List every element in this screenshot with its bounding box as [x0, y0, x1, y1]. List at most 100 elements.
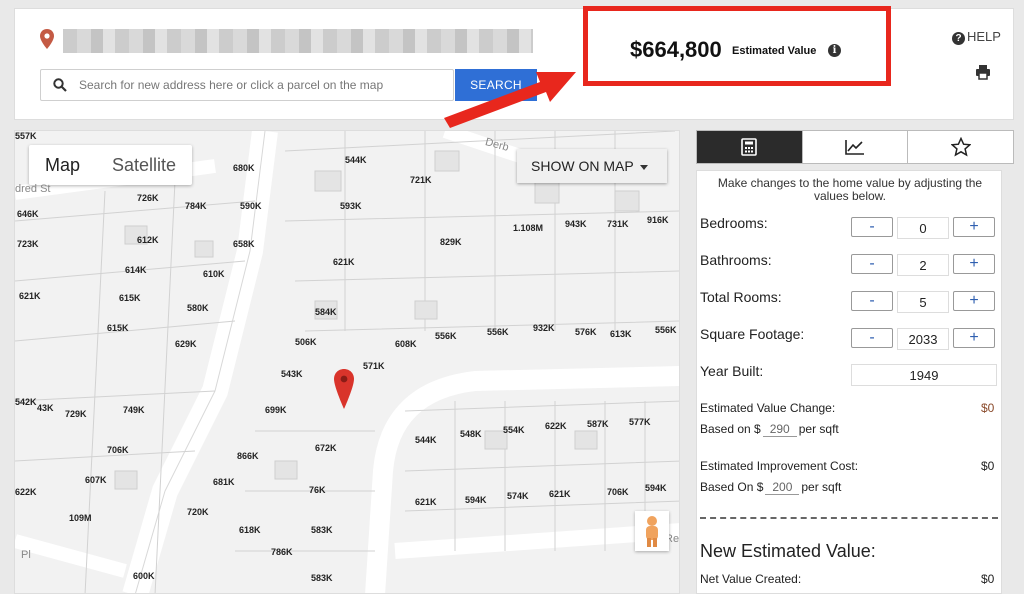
square-footage-field[interactable]: 2033 — [897, 328, 949, 350]
parcel-price-label[interactable]: 554K — [503, 425, 525, 435]
parcel-price-label[interactable]: 574K — [507, 491, 529, 501]
parcel-price-label[interactable]: 622K — [545, 421, 567, 431]
star-icon — [950, 137, 971, 157]
parcel-price-label[interactable]: 699K — [265, 405, 287, 415]
parcel-price-label[interactable]: 607K — [85, 475, 107, 485]
parcel-price-label[interactable]: 621K — [549, 489, 571, 499]
parcel-price-label[interactable]: 932K — [533, 323, 555, 333]
square-footage-decrement-button[interactable]: - — [851, 328, 893, 348]
parcel-price-label[interactable]: 720K — [187, 507, 209, 517]
parcel-price-label[interactable]: 1.108M — [513, 223, 543, 233]
parcel-price-label[interactable]: 646K — [17, 209, 39, 219]
parcel-map[interactable]: Map Satellite SHOW ON MAP dred St Derb P… — [14, 130, 680, 594]
parcel-price-label[interactable]: 556K — [435, 331, 457, 341]
bedrooms-increment-button[interactable]: + — [953, 217, 995, 237]
bedrooms-field[interactable]: 0 — [897, 217, 949, 239]
parcel-price-label[interactable]: 706K — [107, 445, 129, 455]
total-rooms-increment-button[interactable]: + — [953, 291, 995, 311]
parcel-price-label[interactable]: 608K — [395, 339, 417, 349]
per-sqft-label: per sqft — [801, 480, 842, 494]
search-icon — [53, 78, 67, 92]
parcel-price-label[interactable]: 721K — [410, 175, 432, 185]
value-per-sqft-field[interactable]: 290 — [762, 422, 797, 437]
print-icon[interactable] — [975, 64, 991, 80]
show-on-map-dropdown[interactable]: SHOW ON MAP — [517, 149, 667, 183]
parcel-price-label[interactable]: 556K — [487, 327, 509, 337]
parcel-price-label[interactable]: 109M — [69, 513, 92, 523]
parcel-price-label[interactable]: 594K — [465, 495, 487, 505]
map-type-map[interactable]: Map — [29, 145, 96, 185]
parcel-price-label[interactable]: 594K — [645, 483, 667, 493]
parcel-price-label[interactable]: 943K — [565, 219, 587, 229]
based-on-prefix: Based on $ — [700, 422, 761, 436]
parcel-price-label[interactable]: 583K — [311, 525, 333, 535]
parcel-price-label[interactable]: 544K — [415, 435, 437, 445]
parcel-price-label[interactable]: 610K — [203, 269, 225, 279]
parcel-price-label[interactable]: 584K — [315, 307, 337, 317]
map-type-satellite[interactable]: Satellite — [96, 145, 192, 185]
bedrooms-decrement-button[interactable]: - — [851, 217, 893, 237]
parcel-price-label[interactable]: 544K — [345, 155, 367, 165]
parcel-price-label[interactable]: 580K — [187, 303, 209, 313]
parcel-price-label[interactable]: 43K — [37, 403, 54, 413]
parcel-price-label[interactable]: 543K — [281, 369, 303, 379]
parcel-price-label[interactable]: 829K — [440, 237, 462, 247]
parcel-price-label[interactable]: 621K — [415, 497, 437, 507]
square-footage-increment-button[interactable]: + — [953, 328, 995, 348]
search-input[interactable] — [79, 74, 449, 96]
total-rooms-field[interactable]: 5 — [897, 291, 949, 313]
parcel-price-label[interactable]: 590K — [240, 201, 262, 211]
net-value-label: Net Value Created: — [700, 572, 802, 586]
tab-calculator[interactable] — [697, 131, 803, 163]
parcel-price-label[interactable]: 621K — [19, 291, 41, 301]
parcel-price-label[interactable]: 621K — [333, 257, 355, 267]
parcel-price-label[interactable]: 506K — [295, 337, 317, 347]
parcel-price-label[interactable]: 749K — [123, 405, 145, 415]
parcel-price-label[interactable]: 784K — [185, 201, 207, 211]
parcel-price-label[interactable]: 615K — [107, 323, 129, 333]
parcel-price-label[interactable]: 542K — [15, 397, 37, 407]
parcel-price-label[interactable]: 726K — [137, 193, 159, 203]
parcel-price-label[interactable]: 548K — [460, 429, 482, 439]
parcel-price-label[interactable]: 681K — [213, 477, 235, 487]
parcel-price-label[interactable]: 612K — [137, 235, 159, 245]
parcel-price-label[interactable]: 618K — [239, 525, 261, 535]
parcel-price-label[interactable]: 593K — [340, 201, 362, 211]
selected-property-pin-icon[interactable] — [333, 369, 355, 409]
help-link[interactable]: ? HELP — [952, 29, 1001, 45]
year-built-field[interactable]: 1949 — [851, 364, 997, 386]
parcel-price-label[interactable]: 680K — [233, 163, 255, 173]
parcel-price-label[interactable]: 672K — [315, 443, 337, 453]
cost-per-sqft-field[interactable]: 200 — [765, 480, 800, 495]
parcel-price-label[interactable]: 658K — [233, 239, 255, 249]
parcel-price-label[interactable]: 786K — [271, 547, 293, 557]
bathrooms-increment-button[interactable]: + — [953, 254, 995, 274]
parcel-price-label[interactable]: 587K — [587, 419, 609, 429]
parcel-price-label[interactable]: 571K — [363, 361, 385, 371]
parcel-price-label[interactable]: 613K — [610, 329, 632, 339]
parcel-price-label[interactable]: 614K — [125, 265, 147, 275]
bathrooms-field[interactable]: 2 — [897, 254, 949, 276]
parcel-price-label[interactable]: 866K — [237, 451, 259, 461]
parcel-price-label[interactable]: 556K — [655, 325, 677, 335]
parcel-price-label[interactable]: 916K — [647, 215, 669, 225]
parcel-price-label[interactable]: 576K — [575, 327, 597, 337]
parcel-price-label[interactable]: 557K — [15, 131, 37, 141]
parcel-price-label[interactable]: 622K — [15, 487, 37, 497]
total-rooms-decrement-button[interactable]: - — [851, 291, 893, 311]
parcel-price-label[interactable]: 731K — [607, 219, 629, 229]
parcel-price-label[interactable]: 729K — [65, 409, 87, 419]
parcel-price-label[interactable]: 706K — [607, 487, 629, 497]
parcel-price-label[interactable]: 615K — [119, 293, 141, 303]
parcel-price-label[interactable]: 577K — [629, 417, 651, 427]
parcel-price-label[interactable]: 583K — [311, 573, 333, 583]
parcel-price-label[interactable]: 629K — [175, 339, 197, 349]
parcel-price-label[interactable]: 723K — [17, 239, 39, 249]
info-icon[interactable]: i — [828, 44, 841, 57]
bathrooms-decrement-button[interactable]: - — [851, 254, 893, 274]
tab-chart[interactable] — [803, 131, 909, 163]
parcel-price-label[interactable]: 600K — [133, 571, 155, 581]
parcel-price-label[interactable]: 76K — [309, 485, 326, 495]
street-view-pegman[interactable] — [635, 511, 669, 551]
tab-favorites[interactable] — [908, 131, 1013, 163]
